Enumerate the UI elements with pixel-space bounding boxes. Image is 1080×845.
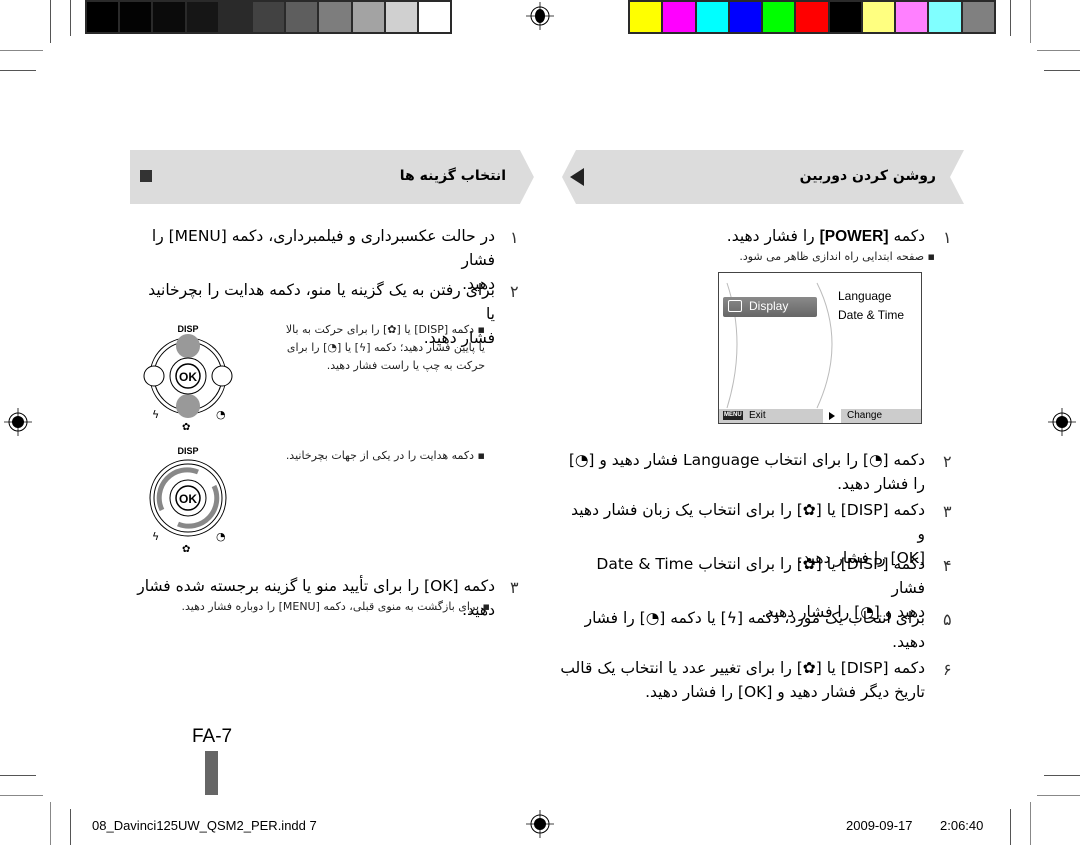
left-step-2-bullet-2: ▪ دکمه هدایت را در یکی از جهات بچرخانید. [285, 449, 485, 462]
footer-time: 2:06:40 [940, 818, 984, 833]
calibration-swatch [120, 2, 152, 32]
timer-icon: ◔ [216, 408, 226, 421]
calibration-swatch [763, 2, 795, 32]
calibration-swatch [219, 2, 251, 32]
calibration-swatch [286, 2, 318, 32]
lcd-item-language: Language [838, 289, 892, 303]
play-icon [829, 412, 835, 420]
page-tab-marker [205, 751, 218, 795]
calibration-swatch [186, 2, 218, 32]
step-number: ۶ [943, 660, 952, 679]
calibration-swatch [862, 2, 895, 32]
step-number: ۲ [510, 282, 519, 301]
crop-mark [0, 50, 43, 51]
calibration-swatch [630, 2, 662, 32]
calibration-swatch [696, 2, 728, 32]
svg-text:OK: OK [179, 492, 197, 506]
crop-mark [1030, 802, 1031, 845]
navigation-dial-diagram: DISP OK ϟ ◔ ✿ [143, 324, 233, 432]
calibration-swatch [319, 2, 351, 32]
lcd-tab-display: Display [723, 297, 817, 317]
dial-disp-label: DISP [177, 324, 198, 334]
crop-mark [0, 70, 36, 71]
registration-mark-icon [526, 2, 554, 30]
display-icon [728, 300, 742, 312]
left-step-2-bullet-1: ▪ دکمه [DISP] یا [✿] را برای حرکت به بال… [285, 323, 485, 372]
footer-filename: 08_Davinci125UW_QSM2_PER.indd 7 [92, 818, 317, 833]
menu-key-icon: MENU [723, 411, 743, 420]
calibration-swatch [896, 2, 928, 32]
calibration-swatch [829, 2, 861, 32]
step-number: ۳ [943, 502, 952, 521]
crop-mark [70, 0, 71, 36]
right-section-title: روشن کردن دوربین [799, 168, 936, 184]
crop-mark [0, 775, 36, 776]
lcd-item-date-time: Date & Time [838, 308, 905, 322]
calibration-swatch [252, 2, 285, 32]
registration-mark-icon [526, 810, 554, 838]
right-step-1-bullet: ▪ صفحه ابتدایی راه اندازی ظاهر می شود. [739, 250, 935, 263]
step-number: ۵ [943, 610, 952, 629]
grayscale-calibration-bar [85, 0, 452, 34]
calibration-swatch [153, 2, 185, 32]
crop-mark [1037, 50, 1080, 51]
footer-date: 2009-09-17 [846, 818, 913, 833]
step-number: ۱ [510, 228, 519, 247]
calibration-swatch [352, 2, 384, 32]
crop-mark [1010, 0, 1011, 36]
svg-text:DISP: DISP [177, 446, 198, 456]
macro-icon: ✿ [182, 544, 190, 554]
crop-mark [1037, 795, 1080, 796]
right-step-1: دکمه [POWER] را فشار دهید. [726, 227, 925, 245]
calibration-swatch [663, 2, 695, 32]
step-number: ۱ [943, 228, 952, 247]
registration-mark-icon [1048, 408, 1076, 436]
step-number: ۴ [943, 556, 952, 575]
navigation-dial-rotate-diagram: DISP OK ϟ ◔ ✿ [149, 446, 227, 554]
calibration-swatch [796, 2, 828, 32]
lcd-bottom-bar: MENU Exit Change [719, 409, 921, 423]
right-step-5: برای انتخاب یک مورد، دکمه [ϟ] یا دکمه [◔… [584, 609, 925, 651]
calibration-swatch [929, 2, 961, 32]
calibration-swatch [418, 2, 451, 32]
registration-mark-icon [4, 408, 32, 436]
crop-mark [1010, 809, 1011, 845]
color-calibration-bar [628, 0, 996, 34]
page-number: FA-7 [192, 726, 233, 747]
step-number: ۲ [943, 452, 952, 471]
timer-icon: ◔ [216, 530, 226, 543]
calibration-swatch [962, 2, 994, 32]
calibration-swatch [385, 2, 417, 32]
crop-mark [50, 802, 51, 845]
macro-icon: ✿ [182, 422, 190, 432]
crop-mark [50, 0, 51, 43]
crop-mark [0, 795, 43, 796]
camera-lcd-screen: Display Language Date & Time MENU Exit C… [718, 272, 922, 424]
left-section-title: انتخاب گزینه ها [399, 168, 506, 184]
crop-mark [70, 809, 71, 845]
flash-icon: ϟ [152, 408, 159, 421]
crop-mark [1044, 775, 1080, 776]
right-step-2: دکمه [◔] را برای انتخاب Language فشار ده… [568, 451, 925, 493]
calibration-swatch [87, 2, 119, 32]
dial-ok-label: OK [179, 370, 197, 384]
right-arrow-key [823, 409, 841, 423]
flash-icon: ϟ [152, 530, 159, 543]
left-step-3-bullet: ▪ برای بازگشت به منوی قبلی، دکمه [MENU] … [181, 600, 491, 613]
crop-mark [1030, 0, 1031, 43]
calibration-swatch [729, 2, 762, 32]
right-step-6: دکمه [DISP] یا [✿] را برای تغییر عدد یا … [560, 659, 925, 701]
step-number: ۳ [510, 578, 519, 597]
crop-mark [1044, 70, 1080, 71]
